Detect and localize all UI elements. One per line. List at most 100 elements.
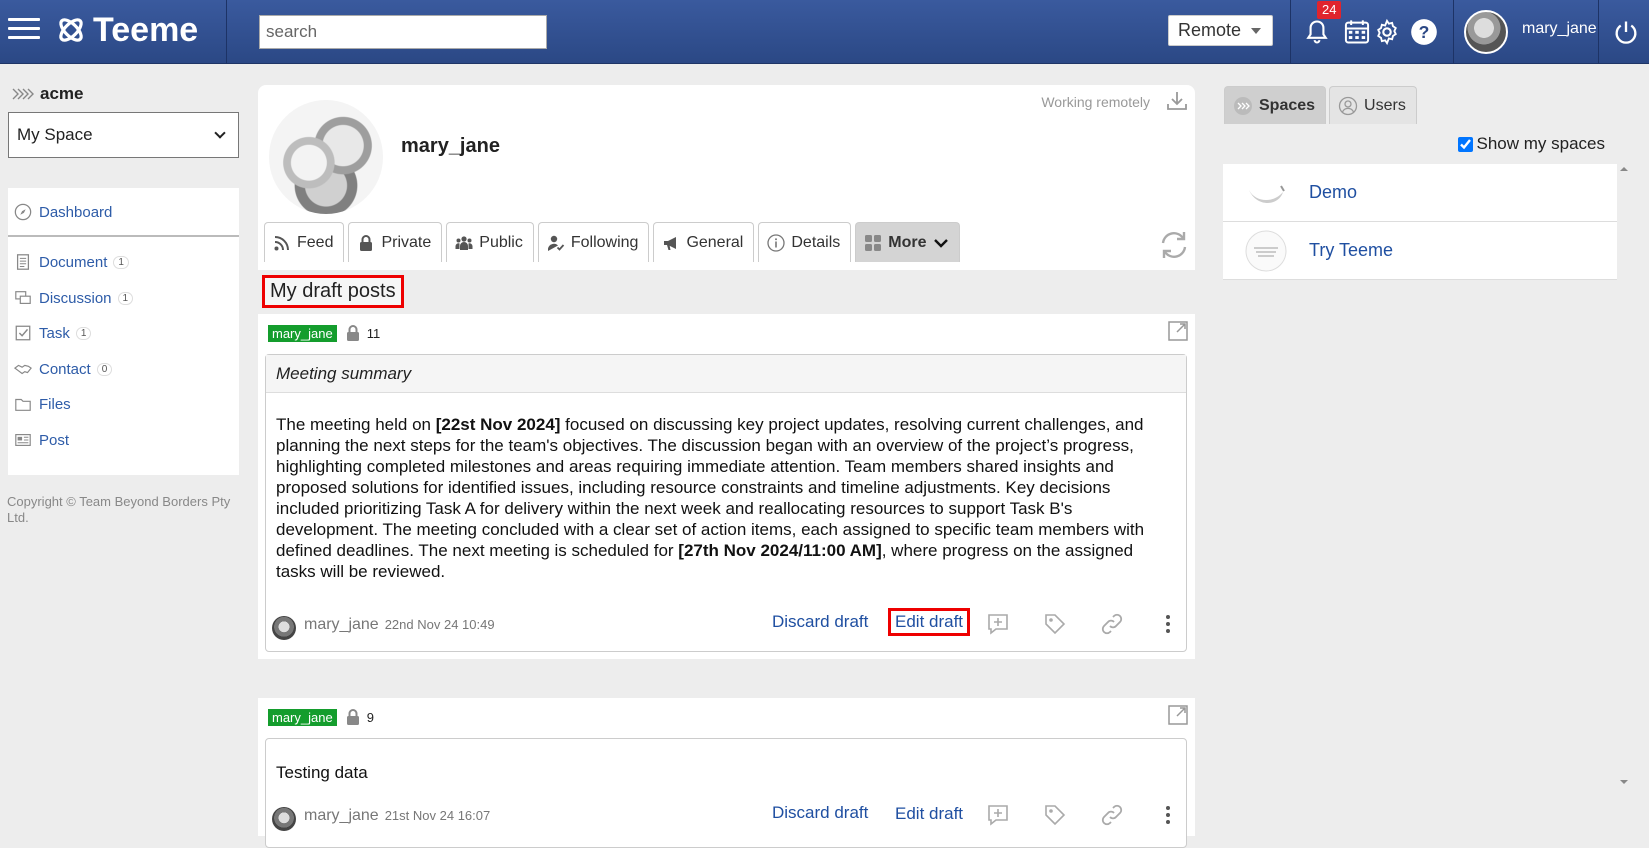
profile-avatar[interactable] <box>269 100 383 214</box>
post-footer: mary_jane 21st Nov 24 16:07 Discard draft… <box>266 799 1188 835</box>
comment-add-icon[interactable] <box>986 612 1010 636</box>
right-panel-tabs: Spaces Users <box>1224 86 1417 124</box>
spaces-panel: Show my spaces Demo Try Teeme <box>1223 124 1617 788</box>
grid-icon <box>865 234 882 251</box>
edit-draft-button[interactable]: Edit draft <box>888 608 971 636</box>
sidebar-item-post[interactable]: Post <box>13 431 69 449</box>
sidebar-item-label: Dashboard <box>39 203 113 221</box>
work-mode-select[interactable]: Remote <box>1168 15 1273 46</box>
divider <box>1290 0 1291 64</box>
tab-general[interactable]: General <box>653 222 755 262</box>
tag-icon[interactable] <box>1043 803 1067 827</box>
hamburger-menu-icon[interactable] <box>8 14 40 42</box>
more-vertical-icon[interactable] <box>1156 803 1180 827</box>
sidebar-item-discussion[interactable]: Discussion 1 <box>13 289 134 307</box>
discard-draft-button[interactable]: Discard draft <box>772 803 868 823</box>
help-icon[interactable]: ? <box>1410 18 1438 46</box>
sidebar-item-contact[interactable]: Contact 0 <box>13 360 113 378</box>
sidebar-item-label: Post <box>39 431 70 449</box>
space-link[interactable]: Demo <box>1309 182 1357 203</box>
bell-icon[interactable] <box>1303 18 1331 46</box>
user-avatar[interactable] <box>1464 10 1508 54</box>
username-label[interactable]: mary_jane <box>1522 20 1597 38</box>
sidebar-item-label: Discussion <box>39 289 112 307</box>
org-name: acme <box>12 84 83 104</box>
author-avatar[interactable] <box>272 807 296 831</box>
post-user-tag[interactable]: mary_jane <box>268 324 337 342</box>
download-icon[interactable] <box>1165 89 1189 113</box>
user-check-icon <box>547 235 565 251</box>
divider <box>1598 0 1599 64</box>
author-avatar[interactable] <box>272 616 296 640</box>
post-number: 9 <box>366 709 374 725</box>
space-item-demo[interactable]: Demo <box>1223 164 1617 222</box>
spaces-list: Demo Try Teeme <box>1223 164 1617 280</box>
author-name[interactable]: mary_jane <box>304 807 379 824</box>
tab-label: General <box>686 233 744 251</box>
draft-post-card: mary_jane 9 Testing data mary_jane 21st N… <box>258 698 1195 848</box>
spaces-icon <box>1234 96 1252 115</box>
post-body: The meeting held on [22st Nov 2024] focu… <box>266 393 1186 582</box>
tab-details[interactable]: Details <box>758 222 852 262</box>
post-title: Meeting summary <box>266 355 1186 393</box>
refresh-icon[interactable] <box>1157 228 1191 262</box>
gear-icon[interactable] <box>1373 18 1401 46</box>
space-select[interactable]: My Space <box>8 112 239 158</box>
tab-following[interactable]: Following <box>537 222 650 262</box>
calendar-icon[interactable] <box>1343 18 1371 46</box>
tab-label: Feed <box>297 233 334 251</box>
post-header: mary_jane 9 <box>268 708 374 726</box>
space-link[interactable]: Try Teeme <box>1309 240 1393 261</box>
more-vertical-icon[interactable] <box>1156 612 1180 636</box>
tab-more[interactable]: More <box>855 222 960 262</box>
sidebar-item-files[interactable]: Files <box>13 395 71 413</box>
power-icon[interactable] <box>1612 18 1640 46</box>
open-external-icon[interactable] <box>1167 320 1189 342</box>
group-icon <box>455 235 473 250</box>
teeme-logo-icon <box>59 18 83 42</box>
tab-private[interactable]: Private <box>348 222 443 262</box>
tab-users[interactable]: Users <box>1329 86 1417 124</box>
item-count-badge: 1 <box>117 291 134 305</box>
author-name[interactable]: mary_jane <box>304 616 379 633</box>
post-text: The meeting held on <box>276 415 436 434</box>
tab-spaces[interactable]: Spaces <box>1224 86 1327 124</box>
sidebar-item-task[interactable]: Task 1 <box>13 324 92 342</box>
post-content: Testing data mary_jane 21st Nov 24 16:07 … <box>265 738 1187 848</box>
profile-name: mary_jane <box>401 135 500 157</box>
edit-draft-button[interactable]: Edit draft <box>891 803 967 825</box>
link-icon[interactable] <box>1100 803 1124 827</box>
svg-text:?: ? <box>1419 22 1430 42</box>
tab-feed[interactable]: Feed <box>264 222 345 262</box>
discard-draft-button[interactable]: Discard draft <box>772 612 868 632</box>
comment-add-icon[interactable] <box>986 803 1010 827</box>
compass-icon <box>14 203 32 221</box>
sidebar-item-dashboard[interactable]: Dashboard <box>13 203 112 221</box>
open-external-icon[interactable] <box>1167 704 1189 726</box>
space-item-try-teeme[interactable]: Try Teeme <box>1223 222 1617 280</box>
scrollbar[interactable] <box>1617 164 1631 790</box>
search-input[interactable] <box>259 15 547 49</box>
chevron-down-icon <box>933 238 948 248</box>
tab-public[interactable]: Public <box>446 222 534 262</box>
post-user-tag[interactable]: mary_jane <box>268 708 337 726</box>
link-icon[interactable] <box>1100 612 1124 636</box>
user-icon <box>1338 96 1358 115</box>
space-select-value: My Space <box>17 125 93 144</box>
notification-badge: 24 <box>1317 1 1342 19</box>
divider <box>8 235 239 237</box>
teeme-logo[interactable]: Teeme <box>55 9 198 51</box>
tag-icon[interactable] <box>1043 612 1067 636</box>
sidebar-item-document[interactable]: Document 1 <box>13 253 129 271</box>
divider <box>226 0 227 64</box>
lock-icon <box>360 234 373 251</box>
post-icon <box>15 434 31 446</box>
info-icon <box>767 233 786 252</box>
sidebar-item-label: Files <box>39 395 71 413</box>
post-header: mary_jane 11 <box>268 324 380 342</box>
post-text-date: [27th Nov 2024/11:00 AM] <box>678 541 882 560</box>
show-my-spaces-toggle[interactable]: Show my spaces <box>1457 134 1605 154</box>
show-my-spaces-checkbox[interactable] <box>1457 136 1473 152</box>
profile-card: mary_jane Working remotely Feed Private … <box>258 85 1195 270</box>
tab-label: More <box>888 233 927 251</box>
